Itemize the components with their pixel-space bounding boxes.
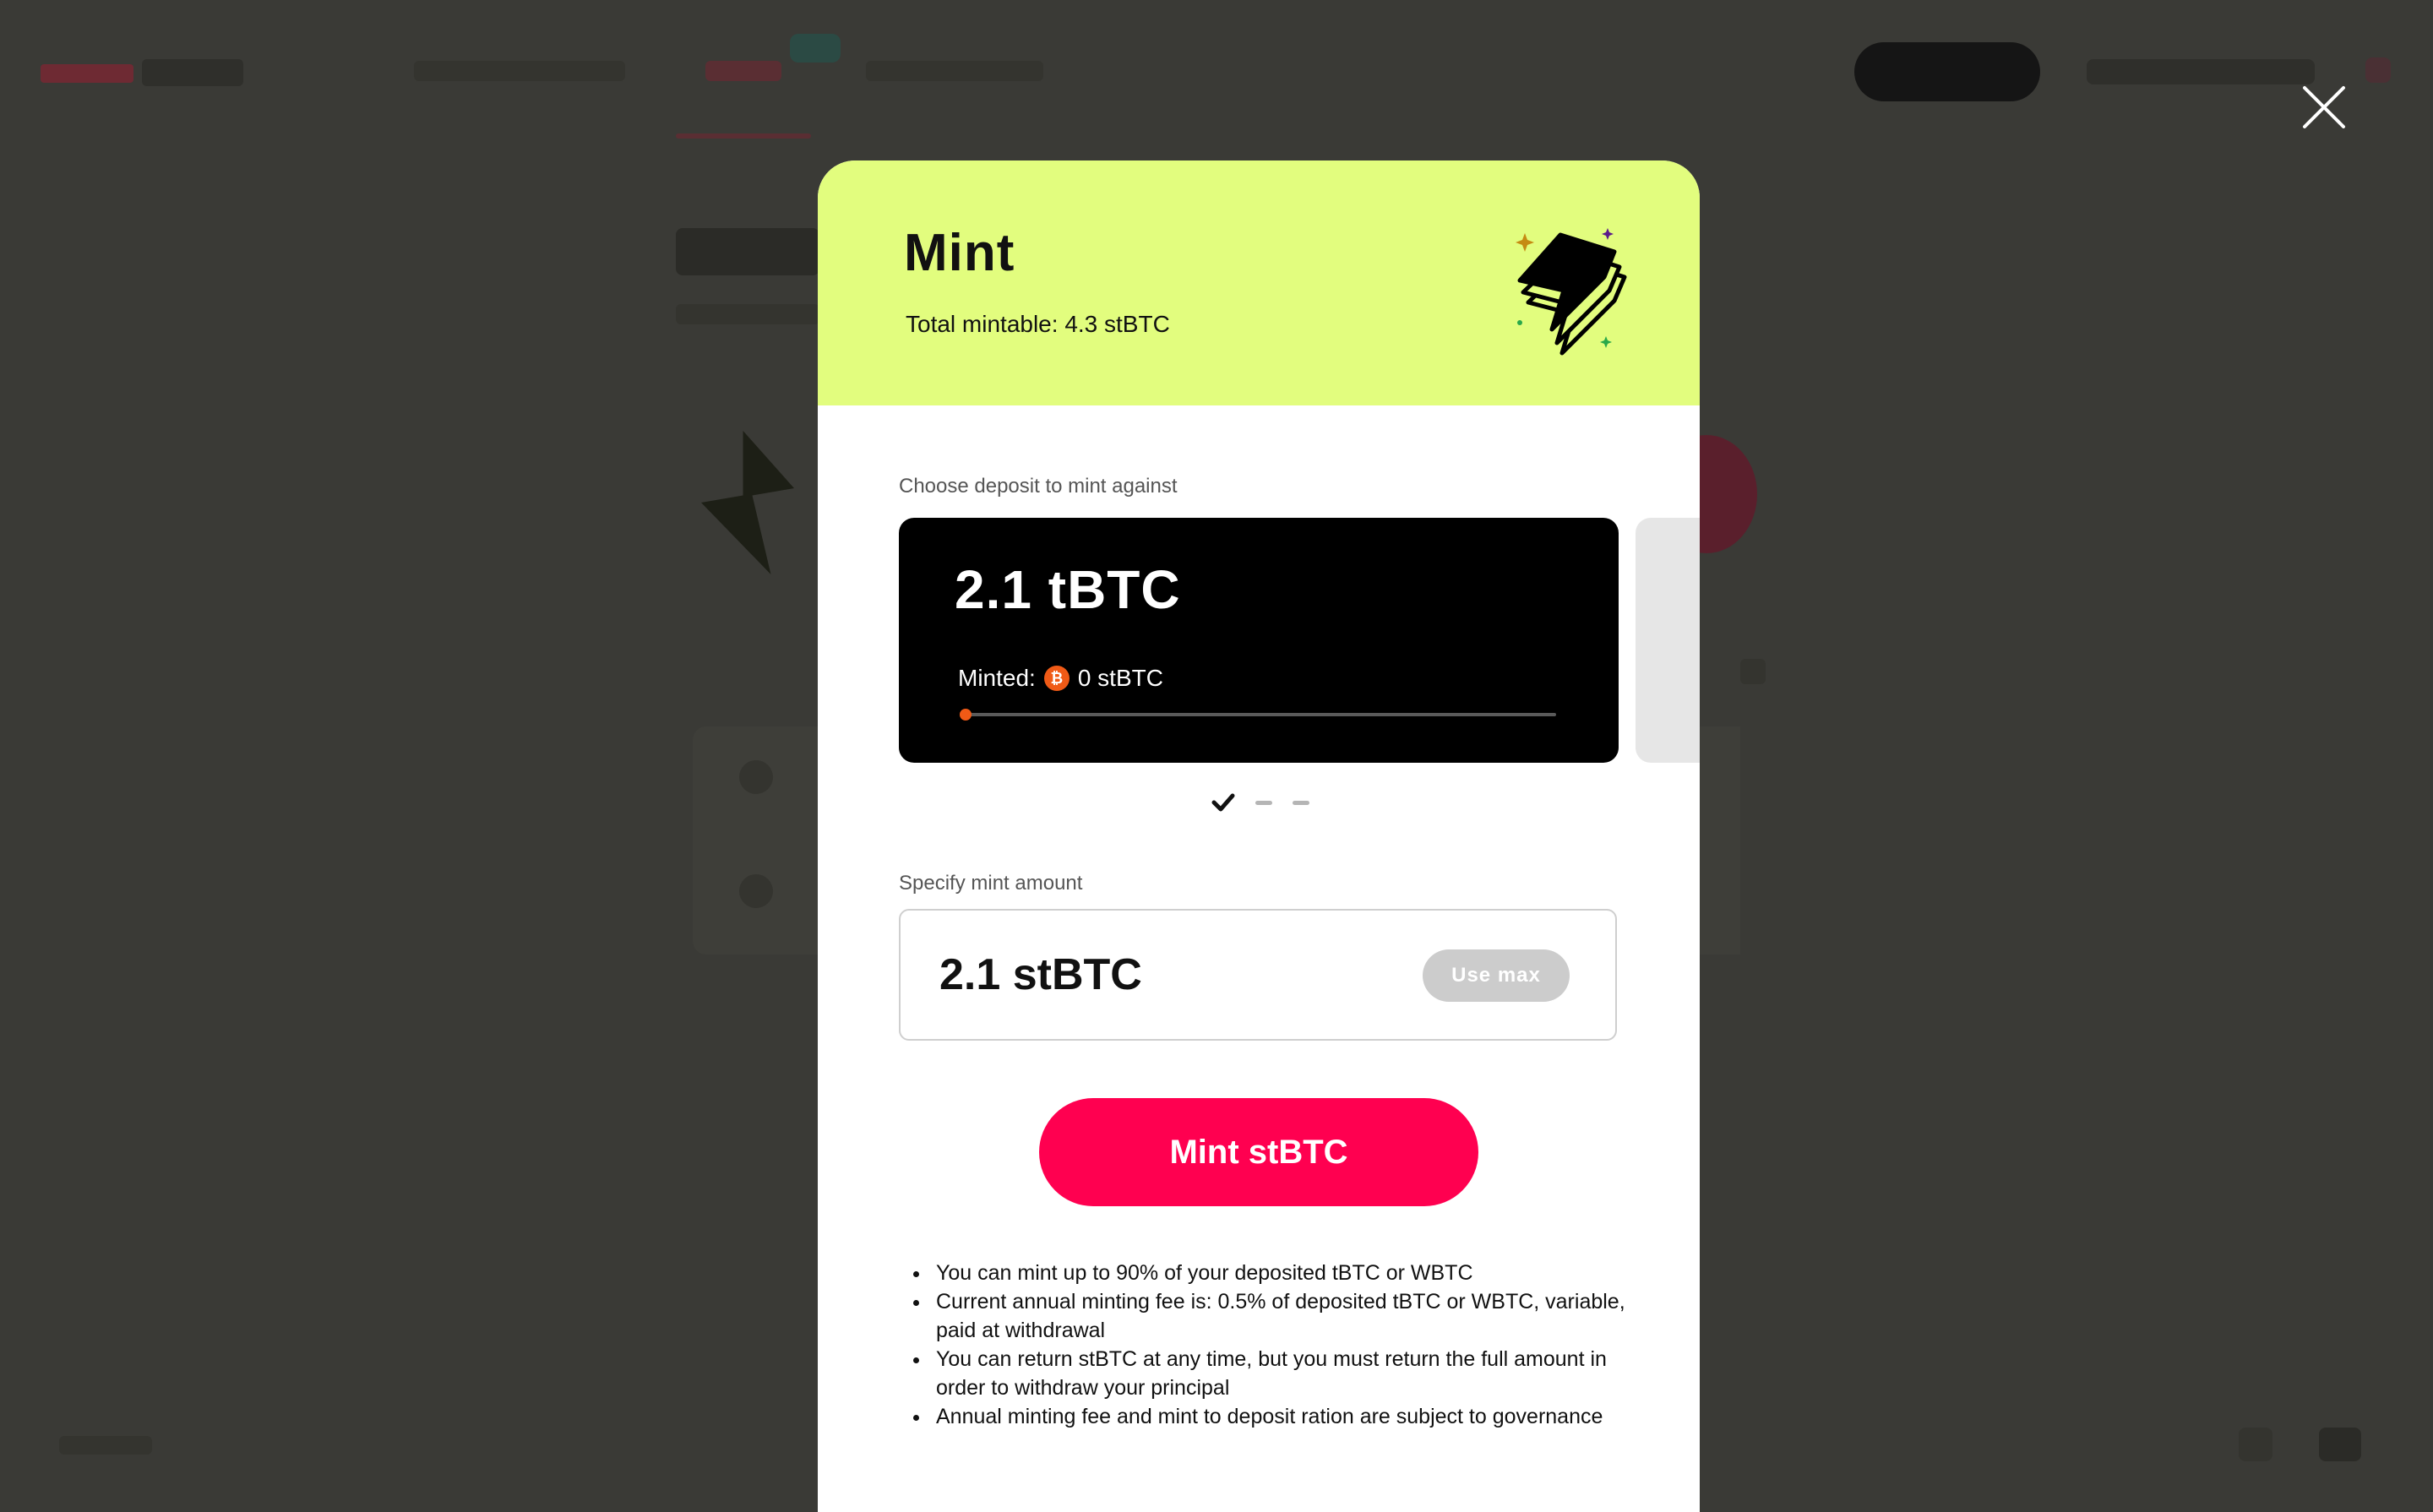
mint-notes-list: You can mint up to 90% of your deposited… bbox=[909, 1259, 1629, 1431]
nav-item-1 bbox=[414, 61, 625, 81]
stbtc-coin-icon: ₿ bbox=[1043, 666, 1070, 691]
background-corner-icon bbox=[2365, 57, 2391, 83]
next-deposit-card[interactable] bbox=[1636, 518, 1700, 763]
list-item: Current annual minting fee is: 0.5% of d… bbox=[913, 1287, 1629, 1345]
mint-amount-input[interactable] bbox=[939, 949, 1362, 1000]
use-max-button[interactable]: Use max bbox=[1423, 949, 1570, 1002]
nav-active-underline bbox=[676, 133, 811, 139]
mint-amount-field: Use max bbox=[899, 909, 1617, 1041]
pager-dot-2[interactable] bbox=[1255, 801, 1272, 805]
nav-badge bbox=[790, 34, 841, 63]
mint-stbtc-button[interactable]: Mint stBTC bbox=[1039, 1098, 1478, 1206]
minted-row: Minted: ₿ 0 stBTC bbox=[958, 663, 1163, 693]
deposit-amount: 2.1 tBTC bbox=[955, 559, 1181, 620]
background-panel-icon bbox=[739, 874, 773, 908]
total-mintable: Total mintable: 4.3 stBTC bbox=[906, 311, 1170, 337]
minted-progress-dot bbox=[960, 709, 972, 721]
modal-header: Mint Total mintable: 4.3 stBTC bbox=[818, 160, 1700, 405]
modal-title: Mint bbox=[904, 224, 1015, 282]
background-panel-icon bbox=[739, 760, 773, 794]
background-action-button bbox=[1854, 42, 2040, 101]
minted-label: Minted: bbox=[958, 665, 1036, 691]
check-icon[interactable] bbox=[1211, 792, 1235, 813]
nav-item-2 bbox=[705, 61, 781, 81]
deposit-section-label: Choose deposit to mint against bbox=[899, 475, 1178, 498]
background-footer-text bbox=[59, 1436, 152, 1455]
amount-section-label: Specify mint amount bbox=[899, 872, 1083, 895]
close-icon bbox=[2303, 86, 2345, 128]
background-footer-icon bbox=[2319, 1428, 2361, 1461]
list-item: Annual minting fee and mint to deposit r… bbox=[913, 1402, 1629, 1431]
background-wallet bbox=[2087, 59, 2315, 84]
list-item: You can mint up to 90% of your deposited… bbox=[913, 1259, 1629, 1287]
app-logo bbox=[41, 56, 243, 90]
close-button[interactable] bbox=[2300, 83, 2349, 132]
list-item: You can return stBTC at any time, but yo… bbox=[913, 1345, 1629, 1402]
nav-item-3 bbox=[866, 61, 1043, 81]
background-subheading bbox=[676, 304, 819, 324]
deposit-pager bbox=[818, 792, 1700, 813]
minted-progress-bar bbox=[960, 709, 1556, 721]
lightning-stack-icon bbox=[1516, 228, 1627, 356]
background-footer-icon bbox=[2239, 1428, 2272, 1461]
minted-value: 0 stBTC bbox=[1077, 665, 1163, 691]
mint-modal: Mint Total mintable: 4.3 stBTC Choose de… bbox=[818, 160, 1700, 1512]
background-bolt-icon bbox=[701, 431, 794, 574]
background-chevron-icon bbox=[1740, 659, 1766, 684]
deposit-card[interactable]: 2.1 tBTC Minted: ₿ 0 stBTC bbox=[899, 518, 1619, 763]
pager-dot-3[interactable] bbox=[1293, 801, 1309, 805]
background-heading bbox=[676, 228, 819, 275]
